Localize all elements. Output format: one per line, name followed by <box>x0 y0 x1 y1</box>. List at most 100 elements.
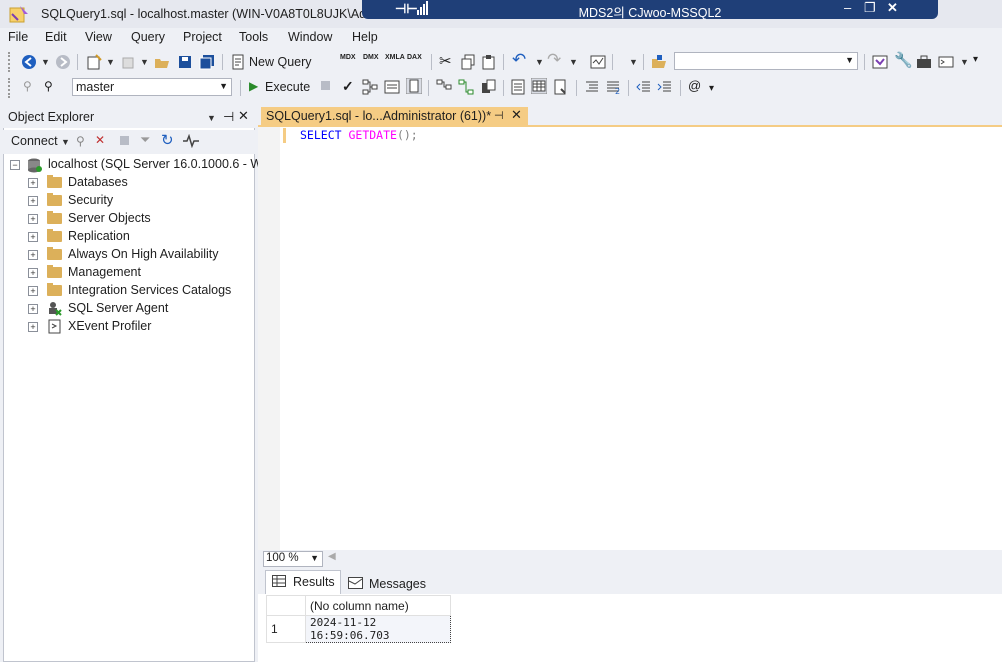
save-all-icon[interactable] <box>199 54 215 70</box>
expand-icon[interactable]: + <box>28 286 38 296</box>
collapse-icon[interactable]: − <box>10 160 20 170</box>
increase-indent-icon[interactable] <box>657 79 673 95</box>
activity-icon[interactable] <box>183 134 199 148</box>
tree-item-replication[interactable]: + Replication <box>0 228 252 246</box>
new-query-icon[interactable] <box>230 54 246 70</box>
cancel-query-icon[interactable] <box>321 81 330 90</box>
stop-icon[interactable] <box>120 136 129 145</box>
query-options-icon[interactable] <box>384 79 400 95</box>
change-connection-icon[interactable]: ⚲ <box>44 79 53 93</box>
intellisense-icon[interactable] <box>406 78 422 94</box>
toolbar-overflow-icon[interactable]: ▾ <box>709 83 714 94</box>
chevron-down-icon[interactable]: ▼ <box>535 57 544 67</box>
chevron-down-icon[interactable]: ▼ <box>845 55 854 65</box>
result-cell[interactable]: 2024-11-12 16:59:06.703 <box>305 615 451 643</box>
close-icon[interactable]: ✕ <box>238 108 249 124</box>
solution-explorer-icon[interactable] <box>872 54 888 70</box>
expand-icon[interactable]: + <box>28 322 38 332</box>
menu-project[interactable]: Project <box>183 30 222 44</box>
expand-icon[interactable]: + <box>28 196 38 206</box>
column-header[interactable]: (No column name) <box>305 595 451 616</box>
expand-icon[interactable]: + <box>28 178 38 188</box>
chevron-down-icon[interactable]: ▼ <box>61 137 70 147</box>
specify-template-values-icon[interactable]: @ <box>688 78 701 93</box>
comment-out-icon[interactable] <box>584 79 600 95</box>
xmla-query-button[interactable]: XMLA <box>385 54 405 61</box>
tree-item-server-objects[interactable]: + Server Objects <box>0 210 252 228</box>
disconnect-icon[interactable]: ✕ <box>95 133 105 147</box>
find-combo[interactable]: ▼ <box>674 52 858 70</box>
chevron-down-icon[interactable]: ▼ <box>41 57 50 67</box>
paste-icon[interactable] <box>481 54 497 70</box>
menu-window[interactable]: Window <box>288 30 332 44</box>
chevron-down-icon[interactable]: ▼ <box>140 57 149 67</box>
connect-object-icon[interactable]: ⚲ <box>76 134 85 148</box>
toolbar-overflow-icon[interactable]: ▾ <box>973 54 978 65</box>
execute-button[interactable]: Execute <box>265 80 310 94</box>
menu-tools[interactable]: Tools <box>239 30 268 44</box>
decrease-indent-icon[interactable] <box>636 79 652 95</box>
new-query-button[interactable]: New Query <box>249 55 312 69</box>
chevron-down-icon[interactable]: ▼ <box>569 57 578 67</box>
mdx-query-button[interactable]: MDX <box>340 54 356 61</box>
expand-icon[interactable]: + <box>28 232 38 242</box>
expand-icon[interactable]: + <box>28 250 38 260</box>
tree-item-xevent-profiler[interactable]: + XEvent Profiler <box>0 318 252 336</box>
find-in-files-icon[interactable] <box>651 54 667 70</box>
new-project-icon[interactable] <box>86 54 102 70</box>
cut-icon[interactable]: ✂ <box>439 52 452 70</box>
connect-button[interactable]: Connect <box>11 134 58 148</box>
estimated-plan-icon[interactable] <box>362 79 378 95</box>
dmx-query-button[interactable]: DMX <box>363 54 379 61</box>
save-icon[interactable] <box>177 54 193 70</box>
chevron-down-icon[interactable]: ▼ <box>310 553 319 563</box>
chevron-down-icon[interactable]: ▼ <box>219 81 228 91</box>
results-to-grid-icon[interactable] <box>531 78 547 94</box>
tree-item-sql-server-agent[interactable]: + SQL Server Agent <box>0 300 252 318</box>
tree-item-security[interactable]: + Security <box>0 192 252 210</box>
uncomment-icon[interactable]: 2 <box>605 79 621 95</box>
execute-icon[interactable]: ▶ <box>249 79 258 93</box>
activity-monitor-icon[interactable] <box>590 54 606 70</box>
actual-plan-icon[interactable] <box>436 79 452 95</box>
menu-view[interactable]: View <box>85 30 112 44</box>
minimize-icon[interactable]: – <box>844 0 851 15</box>
back-icon[interactable] <box>21 54 37 70</box>
menu-edit[interactable]: Edit <box>45 30 67 44</box>
dax-query-button[interactable]: DAX <box>407 54 422 61</box>
command-window-icon[interactable] <box>938 54 954 70</box>
pin-icon[interactable]: ⊣ <box>494 109 504 122</box>
live-stats-icon[interactable] <box>458 79 474 95</box>
refresh-icon[interactable]: ↻ <box>161 131 174 149</box>
tree-item-management[interactable]: + Management <box>0 264 252 282</box>
parse-checkmark-icon[interactable]: ✓ <box>342 78 354 95</box>
client-stats-icon[interactable] <box>480 79 496 95</box>
toolbox-icon[interactable] <box>916 54 932 70</box>
menu-query[interactable]: Query <box>131 30 165 44</box>
restore-icon[interactable]: ❐ <box>864 0 876 16</box>
scroll-left-icon[interactable]: ◀ <box>328 551 336 562</box>
tree-item-integration-services[interactable]: + Integration Services Catalogs <box>0 282 252 300</box>
database-select[interactable]: master ▼ <box>72 78 232 96</box>
chevron-down-icon[interactable]: ▼ <box>207 113 216 123</box>
toolbar-grip[interactable] <box>8 52 13 72</box>
results-to-file-icon[interactable] <box>553 79 569 95</box>
tree-item-databases[interactable]: + Databases <box>0 174 252 192</box>
copy-icon[interactable] <box>460 54 476 70</box>
code-line[interactable]: SELECT GETDATE(); <box>300 128 418 142</box>
connect-icon[interactable]: ⚲ <box>23 79 32 93</box>
chevron-down-icon[interactable]: ▼ <box>960 57 969 67</box>
expand-icon[interactable]: + <box>28 214 38 224</box>
row-number[interactable]: 1 <box>266 615 306 643</box>
toolbar-grip[interactable] <box>8 78 13 98</box>
server-node[interactable]: − localhost (SQL Server 16.0.1000.6 - W <box>0 156 262 174</box>
close-tab-icon[interactable]: ✕ <box>511 107 522 123</box>
expand-icon[interactable]: + <box>28 268 38 278</box>
close-icon[interactable]: ✕ <box>887 0 898 16</box>
pin-icon[interactable]: ⊣ <box>223 109 234 125</box>
expand-icon[interactable]: + <box>28 304 38 314</box>
redo-icon[interactable]: ↷ <box>547 50 561 70</box>
zoom-select[interactable]: 100 % ▼ <box>263 551 323 567</box>
filter-icon[interactable]: ⏷ <box>140 132 150 148</box>
tree-item-always-on[interactable]: + Always On High Availability <box>0 246 252 264</box>
